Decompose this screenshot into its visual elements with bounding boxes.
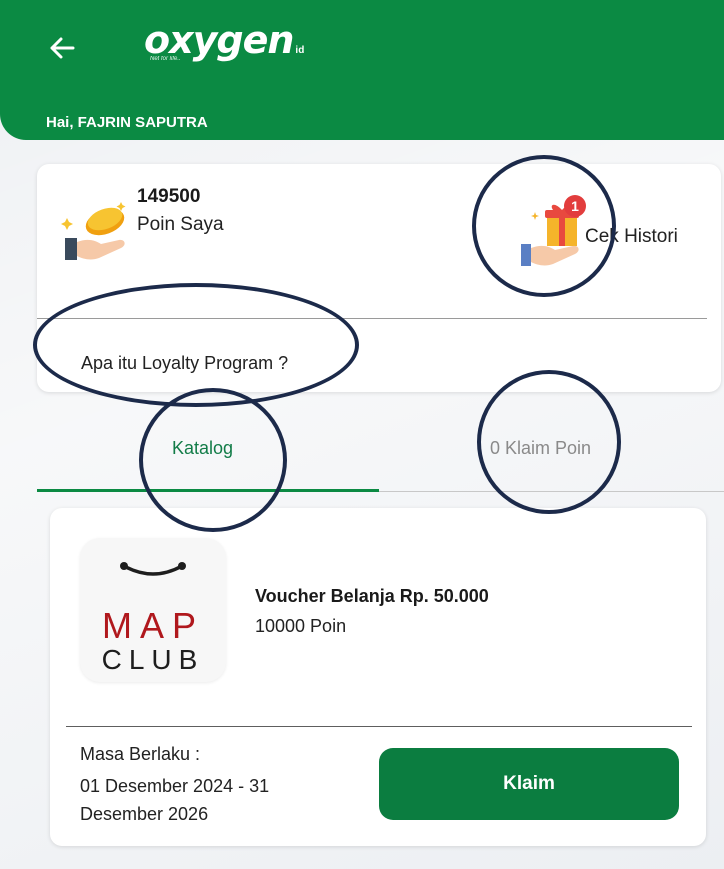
voucher-card: MAP CLUB Voucher Belanja Rp. 50.000 1000…	[50, 508, 706, 846]
voucher-cost: 10000 Poin	[255, 616, 347, 636]
back-button[interactable]	[40, 26, 84, 70]
tab-katalog[interactable]: Katalog	[172, 438, 233, 459]
oxygen-logo: oxygen id Net for life..	[144, 20, 304, 62]
card-divider	[37, 318, 707, 319]
map-club-logo: MAP CLUB	[80, 538, 226, 682]
points-value: 149500	[137, 186, 201, 207]
validity-label: Masa Berlaku :	[80, 744, 201, 764]
claim-button[interactable]: Klaim	[379, 748, 679, 820]
points-label: Poin Saya	[137, 214, 224, 235]
points-card: 149500 Poin Saya 1 Cek Histori Apa itu L…	[37, 164, 721, 392]
history-badge: 1	[571, 198, 579, 214]
coin-hand-icon	[61, 202, 126, 260]
logo-suffix: id	[295, 45, 305, 56]
shopping-bag-handle-icon	[120, 562, 186, 576]
tab-klaim-poin[interactable]: 0 Klaim Poin	[490, 438, 591, 459]
gift-hand-icon[interactable]: 1	[507, 194, 587, 274]
tab-active-indicator	[37, 489, 379, 492]
history-link[interactable]: Cek Histori	[585, 226, 678, 248]
logo-tagline: Net for life..	[150, 56, 181, 62]
tab-divider	[379, 491, 724, 492]
loyalty-info-link[interactable]: Apa itu Loyalty Program ?	[81, 353, 288, 374]
voucher-divider	[66, 726, 692, 727]
arrow-left-icon	[50, 37, 75, 59]
voucher-title: Voucher Belanja Rp. 50.000	[255, 586, 489, 606]
validity-dates: 01 Desember 2024 - 31 Desember 2026	[80, 776, 270, 824]
brand-map-text: MAP	[101, 605, 204, 646]
brand-club-text: CLUB	[101, 644, 205, 675]
app-header: oxygen id Net for life.. Hai, FAJRIN SAPU…	[0, 0, 724, 140]
greeting-text: Hai, FAJRIN SAPUTRA	[46, 114, 208, 131]
